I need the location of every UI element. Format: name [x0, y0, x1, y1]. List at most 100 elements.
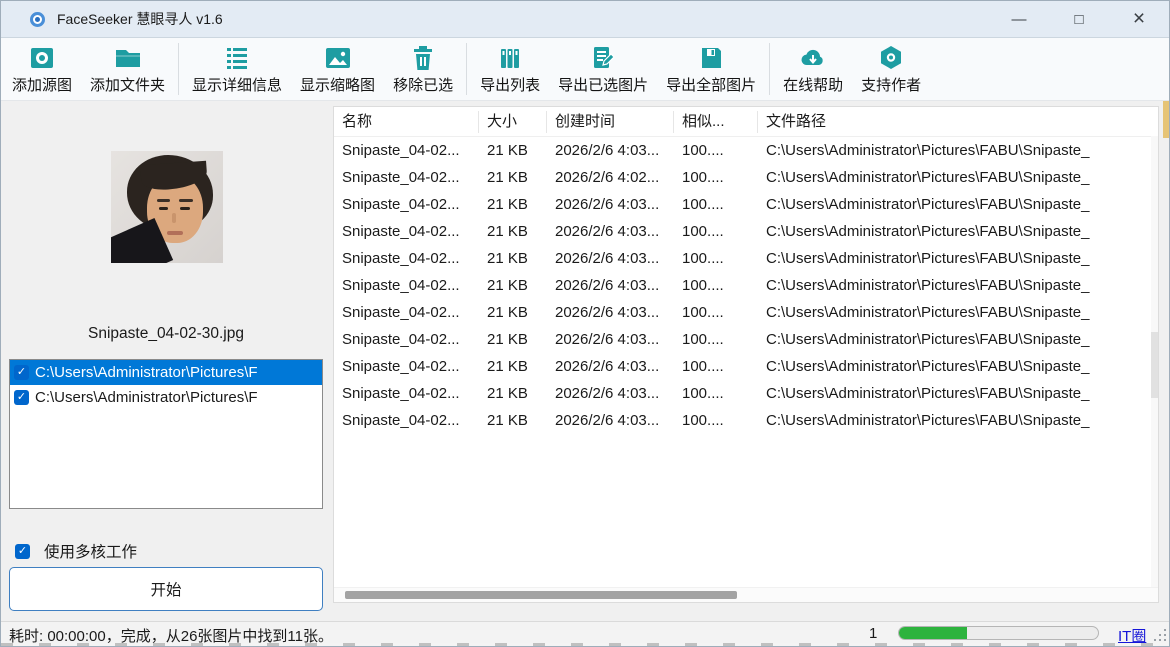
cell-time: 2026/2/6 4:03...: [547, 385, 674, 402]
toolbar-button-export-selected[interactable]: 导出已选图片: [549, 39, 657, 99]
table-row[interactable]: Snipaste_04-02...21 KB2026/2/6 4:03...10…: [334, 353, 1158, 380]
support-icon: [878, 44, 904, 71]
source-folder-item[interactable]: ✓C:\Users\Administrator\Pictures\F: [10, 360, 322, 385]
start-button[interactable]: 开始: [9, 567, 323, 611]
cell-time: 2026/2/6 4:03...: [547, 358, 674, 375]
vertical-scrollbar[interactable]: [1151, 136, 1158, 588]
toolbar-button-save[interactable]: 导出全部图片: [657, 39, 765, 99]
cell-sim: 100....: [674, 142, 758, 159]
toolbar-button-support[interactable]: 支持作者: [852, 39, 930, 99]
titlebar: FaceSeeker 慧眼寻人 v1.6 — □ ×: [1, 1, 1169, 37]
background-window-sliver: [1163, 101, 1169, 138]
cell-sim: 100....: [674, 331, 758, 348]
cell-size: 21 KB: [479, 277, 547, 294]
toolbar-button-label: 显示缩略图: [300, 74, 375, 95]
folder-checkbox-icon[interactable]: ✓: [14, 390, 29, 405]
toolbar: 添加源图添加文件夹显示详细信息显示缩略图移除已选导出列表导出已选图片导出全部图片…: [1, 37, 1169, 101]
toolbar-button-label: 添加文件夹: [90, 74, 165, 95]
cell-sim: 100....: [674, 250, 758, 267]
cell-sim: 100....: [674, 412, 758, 429]
cell-size: 21 KB: [479, 385, 547, 402]
column-header-similarity[interactable]: 相似...: [674, 111, 758, 133]
source-folder-item[interactable]: ✓C:\Users\Administrator\Pictures\F: [10, 385, 322, 410]
toolbar-button-label: 导出已选图片: [558, 74, 648, 95]
toolbar-separator: [466, 43, 467, 95]
close-button[interactable]: ×: [1109, 1, 1169, 37]
cell-path: C:\Users\Administrator\Pictures\FABU\Sni…: [758, 304, 1158, 321]
cell-path: C:\Users\Administrator\Pictures\FABU\Sni…: [758, 331, 1158, 348]
cell-path: C:\Users\Administrator\Pictures\FABU\Sni…: [758, 250, 1158, 267]
export-list-icon: [497, 44, 523, 71]
table-row[interactable]: Snipaste_04-02...21 KB2026/2/6 4:03...10…: [334, 299, 1158, 326]
column-header-created[interactable]: 创建时间: [547, 111, 674, 133]
toolbar-button-export-list[interactable]: 导出列表: [471, 39, 549, 99]
toolbar-separator: [178, 43, 179, 95]
cell-time: 2026/2/6 4:03...: [547, 196, 674, 213]
source-folder-list[interactable]: ✓C:\Users\Administrator\Pictures\F✓C:\Us…: [9, 359, 323, 509]
cell-name: Snipaste_04-02...: [334, 169, 479, 186]
status-count: 1: [869, 625, 877, 642]
horizontal-scrollbar[interactable]: [334, 587, 1158, 602]
cell-name: Snipaste_04-02...: [334, 385, 479, 402]
cell-name: Snipaste_04-02...: [334, 412, 479, 429]
cell-name: Snipaste_04-02...: [334, 331, 479, 348]
multicore-label: 使用多核工作: [44, 540, 137, 562]
app-logo-icon: [30, 12, 45, 27]
multicore-option[interactable]: ✓ 使用多核工作: [11, 540, 137, 562]
results-table: 名称 大小 创建时间 相似... 文件路径 Snipaste_04-02...2…: [333, 106, 1159, 603]
folder-checkbox-icon[interactable]: ✓: [14, 365, 29, 380]
cell-time: 2026/2/6 4:03...: [547, 412, 674, 429]
cell-name: Snipaste_04-02...: [334, 142, 479, 159]
column-header-name[interactable]: 名称: [334, 111, 479, 133]
details-list-icon: [224, 44, 250, 71]
toolbar-button-details-list[interactable]: 显示详细信息: [183, 39, 291, 99]
screen-edge-sliver: [1, 643, 1169, 646]
cell-path: C:\Users\Administrator\Pictures\FABU\Sni…: [758, 358, 1158, 375]
toolbar-button-cloud-help[interactable]: 在线帮助: [774, 39, 852, 99]
toolbar-button-label: 导出全部图片: [666, 74, 756, 95]
window-controls: — □ ×: [989, 1, 1169, 37]
maximize-button[interactable]: □: [1049, 1, 1109, 37]
cell-size: 21 KB: [479, 196, 547, 213]
multicore-checkbox-icon[interactable]: ✓: [15, 544, 30, 559]
cell-name: Snipaste_04-02...: [334, 304, 479, 321]
cell-size: 21 KB: [479, 304, 547, 321]
progress-bar: [898, 626, 1099, 640]
vertical-scrollbar-thumb[interactable]: [1151, 332, 1158, 398]
column-header-size[interactable]: 大小: [479, 111, 547, 133]
table-row[interactable]: Snipaste_04-02...21 KB2026/2/6 4:02...10…: [334, 164, 1158, 191]
table-row[interactable]: Snipaste_04-02...21 KB2026/2/6 4:03...10…: [334, 380, 1158, 407]
cell-name: Snipaste_04-02...: [334, 196, 479, 213]
cell-path: C:\Users\Administrator\Pictures\FABU\Sni…: [758, 385, 1158, 402]
add-folder-icon: [114, 44, 142, 71]
toolbar-button-add-image[interactable]: 添加源图: [3, 39, 81, 99]
table-row[interactable]: Snipaste_04-02...21 KB2026/2/6 4:03...10…: [334, 218, 1158, 245]
table-row[interactable]: Snipaste_04-02...21 KB2026/2/6 4:03...10…: [334, 407, 1158, 434]
table-row[interactable]: Snipaste_04-02...21 KB2026/2/6 4:03...10…: [334, 272, 1158, 299]
toolbar-button-trash[interactable]: 移除已选: [384, 39, 462, 99]
toolbar-button-label: 在线帮助: [783, 74, 843, 95]
toolbar-separator: [769, 43, 770, 95]
cell-sim: 100....: [674, 223, 758, 240]
table-row[interactable]: Snipaste_04-02...21 KB2026/2/6 4:03...10…: [334, 137, 1158, 164]
column-header-path[interactable]: 文件路径: [758, 111, 1158, 133]
cell-name: Snipaste_04-02...: [334, 277, 479, 294]
cell-size: 21 KB: [479, 331, 547, 348]
cell-name: Snipaste_04-02...: [334, 223, 479, 240]
toolbar-button-add-folder[interactable]: 添加文件夹: [81, 39, 174, 99]
cell-sim: 100....: [674, 169, 758, 186]
save-icon: [698, 44, 724, 71]
cell-path: C:\Users\Administrator\Pictures\FABU\Sni…: [758, 196, 1158, 213]
minimize-button[interactable]: —: [989, 1, 1049, 37]
cell-sim: 100....: [674, 358, 758, 375]
toolbar-button-label: 支持作者: [861, 74, 921, 95]
app-window: FaceSeeker 慧眼寻人 v1.6 — □ × 添加源图添加文件夹显示详细…: [0, 0, 1170, 647]
cell-time: 2026/2/6 4:03...: [547, 277, 674, 294]
table-row[interactable]: Snipaste_04-02...21 KB2026/2/6 4:03...10…: [334, 245, 1158, 272]
toolbar-button-thumbnails[interactable]: 显示缩略图: [291, 39, 384, 99]
table-row[interactable]: Snipaste_04-02...21 KB2026/2/6 4:03...10…: [334, 326, 1158, 353]
resize-grip-icon[interactable]: [1151, 626, 1166, 641]
table-row[interactable]: Snipaste_04-02...21 KB2026/2/6 4:03...10…: [334, 191, 1158, 218]
horizontal-scrollbar-thumb[interactable]: [345, 591, 737, 599]
cell-time: 2026/2/6 4:03...: [547, 223, 674, 240]
